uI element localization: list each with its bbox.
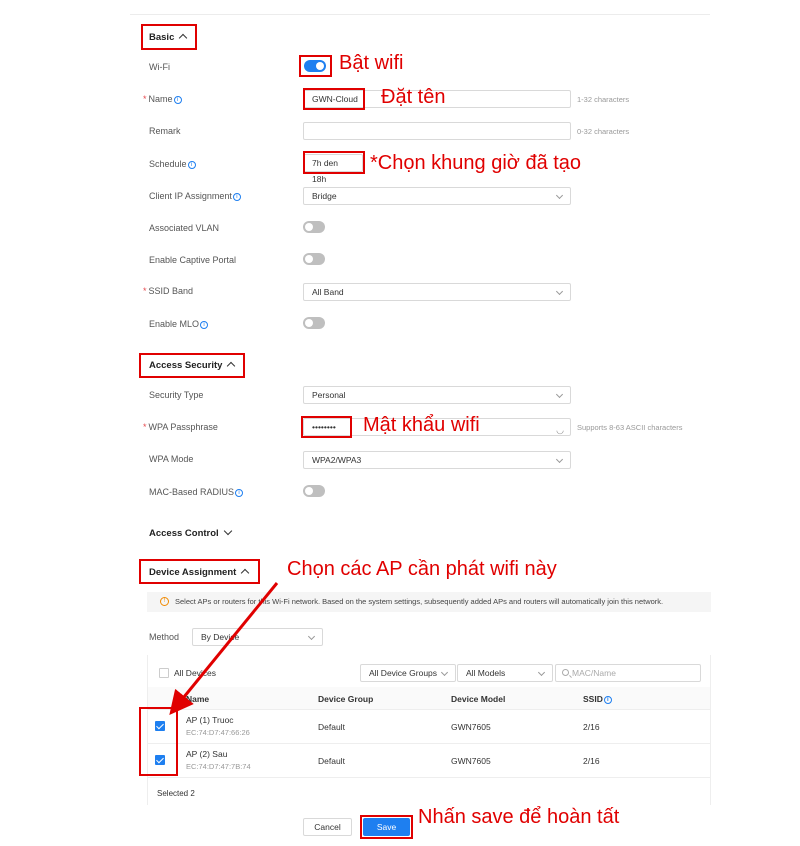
info-icon: i bbox=[232, 193, 241, 201]
captive-portal-toggle[interactable] bbox=[303, 253, 325, 265]
info-icon: i bbox=[187, 161, 196, 169]
wpa-mode-label: WPA Mode bbox=[149, 454, 194, 464]
captive-portal-label: Enable Captive Portal bbox=[149, 255, 237, 265]
row-divider bbox=[148, 777, 710, 778]
device-assignment-header[interactable]: Device Assignment bbox=[149, 567, 250, 578]
save-button[interactable]: Save bbox=[363, 818, 410, 836]
client-ip-select[interactable]: Bridge bbox=[303, 187, 571, 205]
eye-icon[interactable]: ◡ bbox=[556, 422, 564, 438]
info-icon: i bbox=[603, 696, 612, 704]
remark-input[interactable] bbox=[303, 122, 571, 140]
device-ssid: 2/16 bbox=[583, 756, 600, 766]
chevron-up-icon bbox=[179, 33, 188, 43]
passphrase-label: * WPA Passphrase bbox=[143, 422, 218, 432]
remark-hint: 0-32 characters bbox=[577, 127, 630, 136]
chevron-down-icon bbox=[307, 632, 316, 641]
info-banner: ! Select APs or routers for this Wi-Fi n… bbox=[147, 592, 711, 612]
method-label: Method bbox=[149, 632, 180, 642]
wifi-toggle[interactable] bbox=[304, 60, 326, 72]
row-divider bbox=[148, 743, 710, 744]
wifi-label: Wi-Fi bbox=[149, 62, 170, 72]
model-filter[interactable]: All Models bbox=[457, 664, 553, 682]
chevron-down-icon bbox=[555, 455, 564, 464]
search-icon bbox=[562, 669, 569, 676]
basic-section-title: Basic bbox=[149, 32, 175, 43]
device-group-filter[interactable]: All Device Groups bbox=[360, 664, 456, 682]
ssid-band-select[interactable]: All Band bbox=[303, 283, 571, 301]
mac-name-search[interactable]: MAC/Name bbox=[555, 664, 701, 682]
access-control-title: Access Control bbox=[149, 528, 219, 539]
annotation-wifi: Bật wifi bbox=[339, 52, 404, 74]
device-ssid: 2/16 bbox=[583, 722, 600, 732]
device-model: GWN7605 bbox=[451, 722, 491, 732]
annotation-schedule: *Chọn khung giờ đã tạo bbox=[370, 152, 582, 174]
device-assignment-title: Device Assignment bbox=[149, 567, 237, 578]
security-type-select[interactable]: Personal bbox=[303, 386, 571, 404]
chevron-down-icon bbox=[223, 526, 232, 536]
mac-radius-label: MAC-Based RADIUS i bbox=[149, 487, 244, 497]
column-device-group: Device Group bbox=[318, 694, 374, 704]
chevron-down-icon bbox=[555, 390, 564, 399]
column-name: Name bbox=[186, 694, 210, 704]
checkbox-highlight bbox=[139, 707, 178, 776]
mlo-label: Enable MLO i bbox=[149, 319, 209, 329]
annotation-ap: Chọn các AP cần phát wifi này bbox=[287, 558, 557, 580]
ssid-band-label: * SSID Band bbox=[143, 286, 194, 296]
passphrase-highlight bbox=[301, 416, 352, 438]
security-type-label: Security Type bbox=[149, 390, 204, 400]
annotation-save: Nhấn save để hoàn tất bbox=[418, 806, 620, 828]
name-label: * Name i bbox=[143, 94, 182, 104]
method-select[interactable]: By Device bbox=[192, 628, 323, 646]
device-mac: EC:74:D7:47:7B:74 bbox=[186, 762, 251, 771]
info-icon: i bbox=[200, 321, 209, 329]
access-security-title: Access Security bbox=[149, 360, 223, 371]
name-hint: 1-32 characters bbox=[577, 95, 630, 104]
client-ip-label: Client IP Assignment i bbox=[149, 191, 241, 201]
basic-section-header[interactable]: Basic bbox=[149, 32, 188, 43]
column-device-model: Device Model bbox=[451, 694, 506, 704]
selected-count: Selected 2 bbox=[157, 789, 195, 798]
chevron-up-icon bbox=[227, 361, 236, 371]
table-header bbox=[148, 687, 710, 709]
device-group: Default bbox=[318, 756, 345, 766]
chevron-down-icon bbox=[555, 191, 564, 200]
wpa-mode-select[interactable]: WPA2/WPA3 bbox=[303, 451, 571, 469]
all-devices-checkbox[interactable] bbox=[159, 668, 169, 678]
device-name: AP (2) Sau bbox=[186, 749, 228, 759]
top-divider bbox=[130, 14, 710, 15]
name-input-highlight bbox=[303, 88, 365, 110]
all-devices-label: All Devices bbox=[174, 668, 217, 678]
device-mac: EC:74:D7:47:66:26 bbox=[186, 728, 250, 737]
device-group: Default bbox=[318, 722, 345, 732]
mac-radius-toggle[interactable] bbox=[303, 485, 325, 497]
mlo-toggle[interactable] bbox=[303, 317, 325, 329]
device-name: AP (1) Truoc bbox=[186, 715, 234, 725]
vlan-label: Associated VLAN bbox=[149, 223, 220, 233]
info-icon: i bbox=[173, 96, 182, 104]
schedule-label: Schedule i bbox=[149, 159, 196, 169]
chevron-down-icon bbox=[440, 668, 449, 677]
annotation-password: Mật khẩu wifi bbox=[363, 414, 480, 436]
row-divider bbox=[148, 709, 710, 710]
access-control-header[interactable]: Access Control bbox=[149, 526, 232, 539]
chevron-down-icon bbox=[555, 287, 564, 296]
chevron-down-icon bbox=[537, 668, 546, 677]
annotation-name: Đặt tên bbox=[381, 86, 446, 108]
passphrase-hint: Supports 8-63 ASCII characters bbox=[577, 423, 683, 432]
vlan-toggle[interactable] bbox=[303, 221, 325, 233]
warning-icon: ! bbox=[160, 597, 169, 606]
info-icon: i bbox=[235, 489, 244, 497]
chevron-up-icon bbox=[241, 568, 250, 578]
remark-label: Remark bbox=[149, 126, 181, 136]
column-ssid: SSID i bbox=[583, 694, 612, 704]
access-security-header[interactable]: Access Security bbox=[149, 360, 236, 371]
device-model: GWN7605 bbox=[451, 756, 491, 766]
schedule-input-highlight bbox=[303, 151, 365, 174]
cancel-button[interactable]: Cancel bbox=[303, 818, 352, 836]
